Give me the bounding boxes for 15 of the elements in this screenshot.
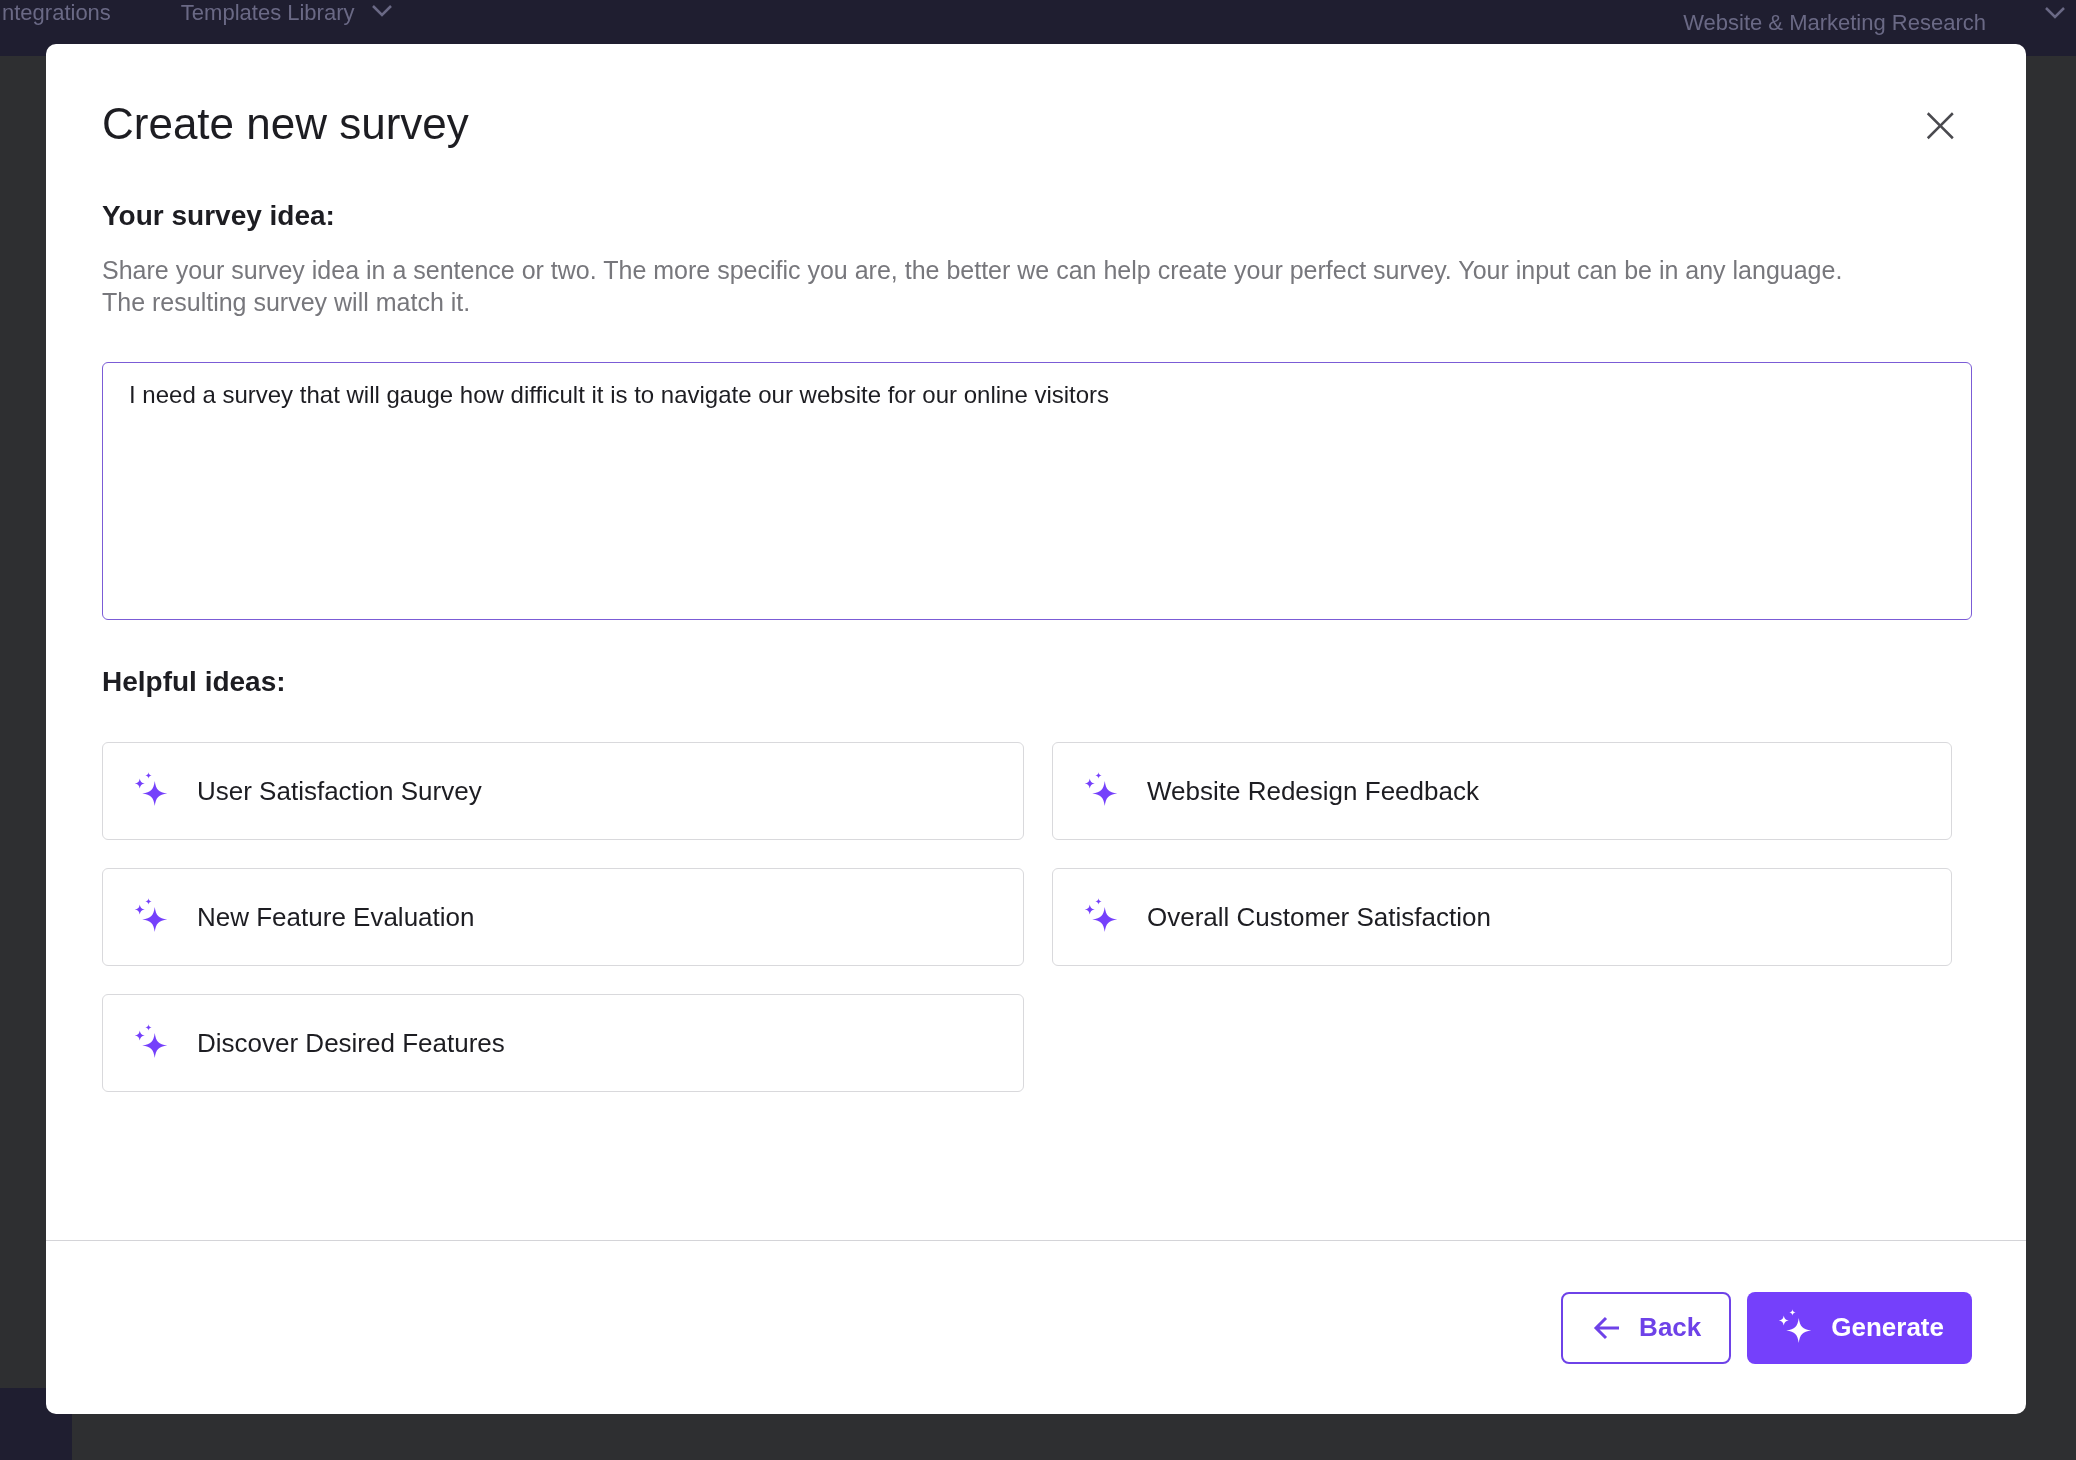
dialog-title: Create new survey	[102, 99, 469, 149]
description-text: Share your survey idea in a sentence or two. The more specific you are, the better we can help create your perfect survey. Your input can be in any language. The resulting survey will match it.	[102, 255, 1844, 318]
survey-idea-field[interactable]: I need a survey that will gauge how difficult it is to navigate our website for our online visitors	[102, 362, 1972, 620]
idea-card[interactable]: Discover Desired Features	[102, 994, 1024, 1092]
chevron-icon	[2044, 6, 2066, 20]
idea-card[interactable]: New Feature Evaluation	[102, 868, 1024, 966]
back-button[interactable]: Back	[1561, 1291, 1732, 1364]
chevron-icon	[370, 4, 393, 18]
section-heading: Your survey idea:	[102, 200, 336, 232]
section-heading: Helpful ideas:	[102, 666, 287, 698]
idea-card[interactable]: Website Redesign Feedback	[1052, 742, 1952, 840]
close-button[interactable]: ×	[1910, 98, 1970, 150]
generate-button[interactable]: Generate	[1747, 1291, 1972, 1364]
idea-card[interactable]: Overall Customer Satisfaction	[1052, 868, 1952, 966]
idea-card[interactable]: User Satisfaction Survey	[102, 742, 1024, 840]
